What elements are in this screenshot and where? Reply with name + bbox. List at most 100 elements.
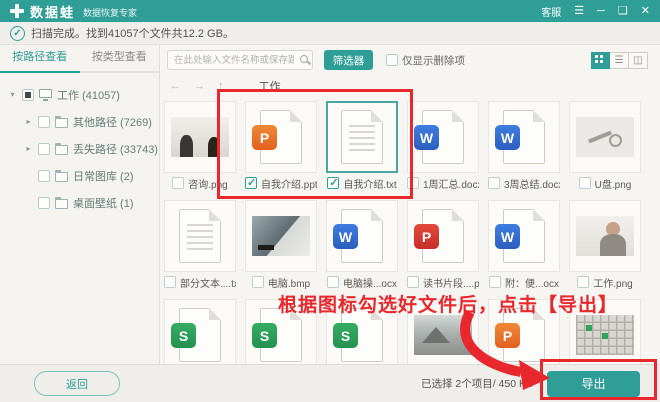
tab-view-by-path[interactable]: 按路径查看: [0, 45, 80, 73]
file-tile[interactable]: P: [488, 299, 560, 364]
tab-view-by-type[interactable]: 按类型查看: [80, 45, 160, 71]
file-checkbox[interactable]: [579, 177, 591, 189]
file-tile[interactable]: 自我介绍.txt: [326, 101, 398, 192]
file-thumb: P: [488, 299, 560, 364]
file-checkbox[interactable]: [407, 276, 419, 288]
tree-item-lost-paths[interactable]: ▸ 丢失路径 (33743): [0, 135, 159, 162]
preview-view-button[interactable]: ◫: [629, 52, 648, 69]
chevron-right-icon[interactable]: ▸: [24, 117, 33, 126]
file-badge: P: [252, 125, 277, 150]
file-thumb: P: [245, 101, 317, 173]
file-tile[interactable]: W 电脑操...ocx: [326, 200, 398, 291]
file-tile[interactable]: 咨询.png: [164, 101, 236, 192]
file-tile[interactable]: W 1周汇总.docx: [407, 101, 479, 192]
tree-checkbox[interactable]: [38, 170, 50, 182]
file-thumb: [569, 101, 641, 173]
tree-item-other-paths[interactable]: ▸ 其他路径 (7269): [0, 108, 159, 135]
image-thumbnail: [576, 315, 634, 355]
file-thumb: W: [488, 200, 560, 272]
docx-icon: W: [503, 110, 545, 164]
file-badge: P: [414, 224, 439, 249]
support-link[interactable]: 客服: [541, 4, 561, 19]
nav-back-icon[interactable]: ←: [170, 80, 181, 92]
file-checkbox[interactable]: [252, 276, 264, 288]
tree-item-daily-gallery[interactable]: 日常图库 (2): [0, 162, 159, 189]
file-checkbox[interactable]: [164, 276, 176, 288]
file-tile[interactable]: S: [245, 299, 317, 364]
txt-icon: [341, 110, 383, 164]
file-thumb: [164, 200, 236, 272]
tree-item-label: 其他路径 (7269): [73, 114, 152, 130]
chevron-right-icon[interactable]: ▸: [24, 144, 33, 153]
deleted-only-checkbox[interactable]: [386, 54, 398, 66]
list-view-button[interactable]: ☰: [610, 52, 629, 69]
file-grid: 咨询.png P 自我介绍.pptx 自我介绍.txt W 1周汇总.docx …: [160, 97, 660, 364]
file-checkbox[interactable]: [407, 177, 419, 189]
file-name: 附：便...ocx: [505, 275, 559, 290]
tree-item-desktop-wallpaper[interactable]: 桌面壁纸 (1): [0, 189, 159, 216]
file-checkbox[interactable]: [577, 276, 589, 288]
file-tile[interactable]: [407, 299, 479, 364]
file-tile[interactable]: S: [326, 299, 398, 364]
close-icon[interactable]: ✕: [641, 6, 650, 17]
file-badge: W: [414, 125, 439, 150]
file-tile[interactable]: S: [164, 299, 236, 364]
minimize-icon[interactable]: ─: [597, 6, 605, 17]
xls-icon: S: [179, 308, 221, 362]
file-badge: W: [495, 125, 520, 150]
tree-item-label: 丢失路径 (33743): [73, 141, 158, 157]
file-tile[interactable]: U盘.png: [569, 101, 641, 192]
file-tile[interactable]: P 自我介绍.pptx: [245, 101, 317, 192]
docx-icon: W: [422, 110, 464, 164]
image-thumbnail: [414, 315, 472, 355]
nav-up-icon[interactable]: ↑: [218, 80, 224, 92]
file-checkbox[interactable]: [172, 177, 184, 189]
file-tile[interactable]: 电脑.bmp: [245, 200, 317, 291]
maximize-icon[interactable]: ❑: [618, 6, 628, 17]
file-thumb: S: [245, 299, 317, 364]
tree-item-label: 工作 (41057): [57, 87, 120, 103]
show-deleted-only-toggle[interactable]: 仅显示删除项: [386, 53, 465, 68]
chevron-down-icon[interactable]: ▾: [8, 90, 17, 99]
tree-checkbox[interactable]: [38, 116, 50, 128]
breadcrumb: 工作: [259, 78, 281, 94]
file-name: 部分文本....txt: [180, 275, 236, 290]
docx-icon: W: [503, 209, 545, 263]
file-thumb: [407, 299, 479, 364]
menu-icon[interactable]: ☰: [574, 6, 584, 17]
file-name: 1周汇总.docx: [423, 176, 479, 191]
file-thumb: S: [326, 299, 398, 364]
file-tile[interactable]: W 附：便...ocx: [488, 200, 560, 291]
docx-icon: W: [341, 209, 383, 263]
file-tile[interactable]: W 3周总结.docx: [488, 101, 560, 192]
filter-button[interactable]: 筛选器: [324, 50, 373, 70]
file-checkbox[interactable]: [327, 177, 339, 189]
file-name: 自我介绍.pptx: [261, 176, 317, 191]
tree-item-work[interactable]: ▾ 工作 (41057): [0, 81, 159, 108]
tree-checkbox[interactable]: [38, 143, 50, 155]
app-window: 数据蛙 数据恢复专家 客服 ☰ ─ ❑ ✕ ✓ 扫描完成。找到41057个文件共…: [0, 0, 660, 402]
file-checkbox[interactable]: [327, 276, 339, 288]
file-thumb: [569, 200, 641, 272]
grid-view-button[interactable]: [591, 52, 610, 69]
file-thumb: [326, 101, 398, 173]
file-tile[interactable]: [569, 299, 641, 364]
file-checkbox[interactable]: [488, 177, 500, 189]
tree-checkbox[interactable]: [38, 197, 50, 209]
search-input[interactable]: [167, 50, 313, 70]
file-tile[interactable]: 部分文本....txt: [164, 200, 236, 291]
tree-checkbox[interactable]: [22, 89, 34, 101]
sidebar: 按路径查看 按类型查看 ▾ 工作 (41057) ▸ 其他路径 (7269): [0, 45, 160, 364]
search-icon: [300, 55, 308, 63]
back-button[interactable]: 返回: [34, 371, 120, 396]
file-tile[interactable]: 工作.png: [569, 200, 641, 291]
file-checkbox[interactable]: [245, 177, 257, 189]
folder-tree: ▾ 工作 (41057) ▸ 其他路径 (7269) ▸ 丢失路径 (33743…: [0, 73, 159, 216]
image-thumbnail: [576, 117, 634, 157]
nav-forward-icon[interactable]: →: [194, 80, 205, 92]
file-checkbox[interactable]: [489, 276, 501, 288]
file-tile[interactable]: P 读书片段....pdf: [407, 200, 479, 291]
export-button[interactable]: 导出: [547, 371, 640, 397]
pdf-icon: P: [422, 209, 464, 263]
check-circle-icon: ✓: [10, 26, 25, 41]
